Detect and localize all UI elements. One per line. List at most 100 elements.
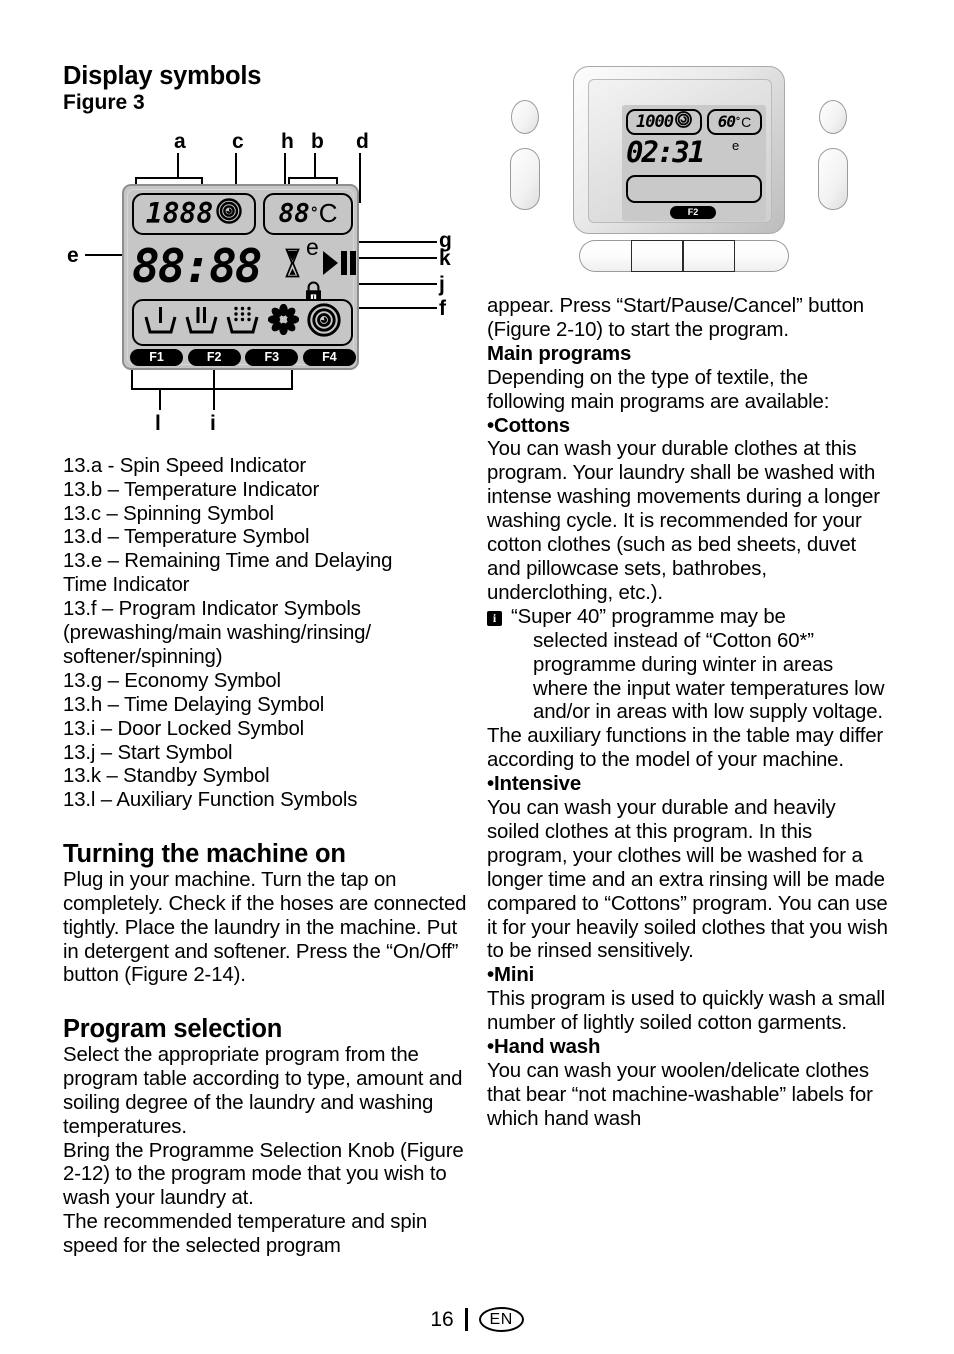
panel-left-oval-knob[interactable]: [510, 148, 540, 210]
spin-spiral-icon: [307, 303, 341, 342]
legend-item: 13.e – Remaining Time and Delaying: [63, 550, 393, 573]
spin-speed-indicator-box: 1888: [132, 192, 256, 235]
leader-d-stem: [359, 152, 361, 203]
bullet-marker: •: [487, 414, 494, 437]
lcd-panel: 1888 88 ° C 88:88 e F1 F2 F3 F4: [122, 183, 359, 370]
callout-l: l: [155, 411, 161, 435]
program-body-mini: This program is used to quickly wash a s…: [487, 988, 885, 1035]
callout-j: j: [439, 272, 445, 296]
panel-button-2[interactable]: [631, 240, 683, 272]
callout-c: c: [232, 129, 244, 153]
legend-item: 13.h – Time Delaying Symbol: [63, 693, 325, 716]
leader-l-left-tick: [131, 367, 133, 390]
bullet-marker: •: [487, 1036, 494, 1059]
program-heading-intensive: •Intensive: [487, 773, 891, 797]
control-panel-figure: 1000 60 ° C 02:31 e F2: [487, 62, 891, 277]
legend-item: 13.a - Spin Speed Indicator: [63, 454, 307, 477]
note-continuation: selected instead of “Cotton 60*” program…: [533, 629, 885, 724]
program-indicator-strip: [132, 298, 353, 346]
panel-economy-icon: e: [732, 138, 740, 153]
function-pill-f3[interactable]: F3: [245, 348, 299, 366]
callout-e: e: [67, 243, 79, 267]
callout-k: k: [439, 246, 451, 270]
panel-right-oval-knob[interactable]: [818, 148, 848, 210]
celsius-letter: C: [318, 198, 338, 229]
legend-item: 13.l – Auxiliary Function Symbols: [63, 789, 358, 812]
temperature-indicator-box: 88 ° C: [263, 192, 353, 235]
main-programs-heading: Main programs: [487, 342, 632, 365]
panel-temperature-box: 60 ° C: [707, 109, 762, 135]
legend-item: (prewashing/main washing/rinsing/: [63, 622, 371, 645]
callout-d: d: [356, 129, 369, 153]
program-selection-body: Select the appropriate program from the …: [63, 1043, 464, 1258]
program-body-cottons: You can wash your durable clothes at thi…: [487, 438, 880, 604]
auxiliary-function-strip: F1 F2 F3 F4: [130, 348, 356, 367]
leader-l-stem: [159, 387, 161, 410]
degree-symbol: °: [309, 204, 319, 223]
leader-k-line: [353, 256, 437, 259]
hourglass-icon: [285, 248, 300, 278]
function-pill-f4[interactable]: F4: [302, 348, 356, 366]
aux-functions-note: The auxiliary functions in the table may…: [487, 725, 884, 772]
leader-f-line: [355, 306, 437, 309]
program-heading-cottons: •Cottons: [487, 415, 891, 439]
start-standby-icons: [322, 249, 358, 277]
legend-item: softener/spinning): [63, 645, 223, 668]
program-selection-heading: Program selection: [63, 1015, 283, 1044]
program-body-intensive: You can wash your durable and heavily so…: [487, 797, 888, 963]
leader-b-bracket: [288, 176, 338, 179]
callout-a: a: [174, 129, 186, 153]
super40-note: i “Super 40” programme may be selected i…: [487, 606, 891, 726]
leader-l-right-tick: [291, 367, 293, 390]
page-number: 16: [430, 1307, 454, 1331]
bullet-marker: •: [487, 773, 494, 796]
note-first-line: “Super 40” programme may be: [511, 605, 786, 628]
footer-divider: [464, 1308, 468, 1331]
program-name: Hand wash: [494, 1036, 601, 1059]
panel-body: 1000 60 ° C 02:31 e F2: [573, 66, 785, 234]
program-name: Cottons: [494, 414, 570, 437]
spin-spiral-icon: [675, 111, 692, 133]
panel-left-round-knob[interactable]: [511, 100, 539, 134]
program-name: Mini: [494, 964, 535, 987]
leader-a-bracket: [135, 176, 203, 179]
legend-list: 13.a - Spin Speed Indicator 13.b – Tempe…: [63, 455, 467, 814]
panel-spin-speed-value: 1000: [636, 111, 674, 132]
language-badge: EN: [478, 1307, 524, 1332]
main-wash-tub-icon: [185, 305, 218, 340]
remaining-time-value: 88:88: [132, 238, 262, 293]
bullet-marker: •: [487, 964, 494, 987]
leader-b-stem: [314, 152, 316, 177]
continuation-paragraph: appear. Press “Start/Pause/Cancel” butto…: [487, 295, 864, 341]
panel-active-function-pill[interactable]: F2: [670, 206, 716, 219]
panel-spin-speed-box: 1000: [626, 109, 702, 135]
panel-right-round-knob[interactable]: [819, 100, 847, 134]
callout-b: b: [311, 129, 324, 153]
economy-icon: e: [306, 233, 319, 260]
leader-l-bracket: [131, 387, 293, 390]
spin-spiral-icon: [216, 198, 242, 229]
figure-label: Figure 3: [63, 90, 145, 114]
function-pill-f1[interactable]: F1: [130, 348, 183, 366]
function-pill-f2[interactable]: F2: [187, 348, 241, 366]
panel-button-4[interactable]: [735, 240, 789, 272]
callout-f: f: [439, 296, 446, 320]
legend-item: 13.g – Economy Symbol: [63, 669, 281, 692]
panel-program-indicator-bar: [626, 175, 762, 203]
program-name: Intensive: [494, 773, 582, 796]
info-icon: i: [487, 610, 502, 626]
panel-button-1[interactable]: [579, 240, 631, 272]
callout-i: i: [210, 411, 216, 435]
panel-button-3[interactable]: [683, 240, 735, 272]
legend-item: 13.c – Spinning Symbol: [63, 502, 274, 525]
legend-item: 13.i – Door Locked Symbol: [63, 717, 305, 740]
spin-speed-value: 1888: [145, 196, 214, 230]
panel-lcd-screen: 1000 60 ° C 02:31 e F2: [622, 105, 766, 221]
panel-button-row: [579, 240, 789, 272]
turning-on-heading: Turning the machine on: [63, 840, 346, 869]
prewash-tub-icon: [144, 305, 177, 340]
panel-bevel: 1000 60 ° C 02:31 e F2: [588, 79, 772, 223]
legend-item: 13.f – Program Indicator Symbols: [63, 598, 361, 621]
legend-item: 13.k – Standby Symbol: [63, 765, 270, 788]
legend-item: 13.b – Temperature Indicator: [63, 478, 320, 501]
